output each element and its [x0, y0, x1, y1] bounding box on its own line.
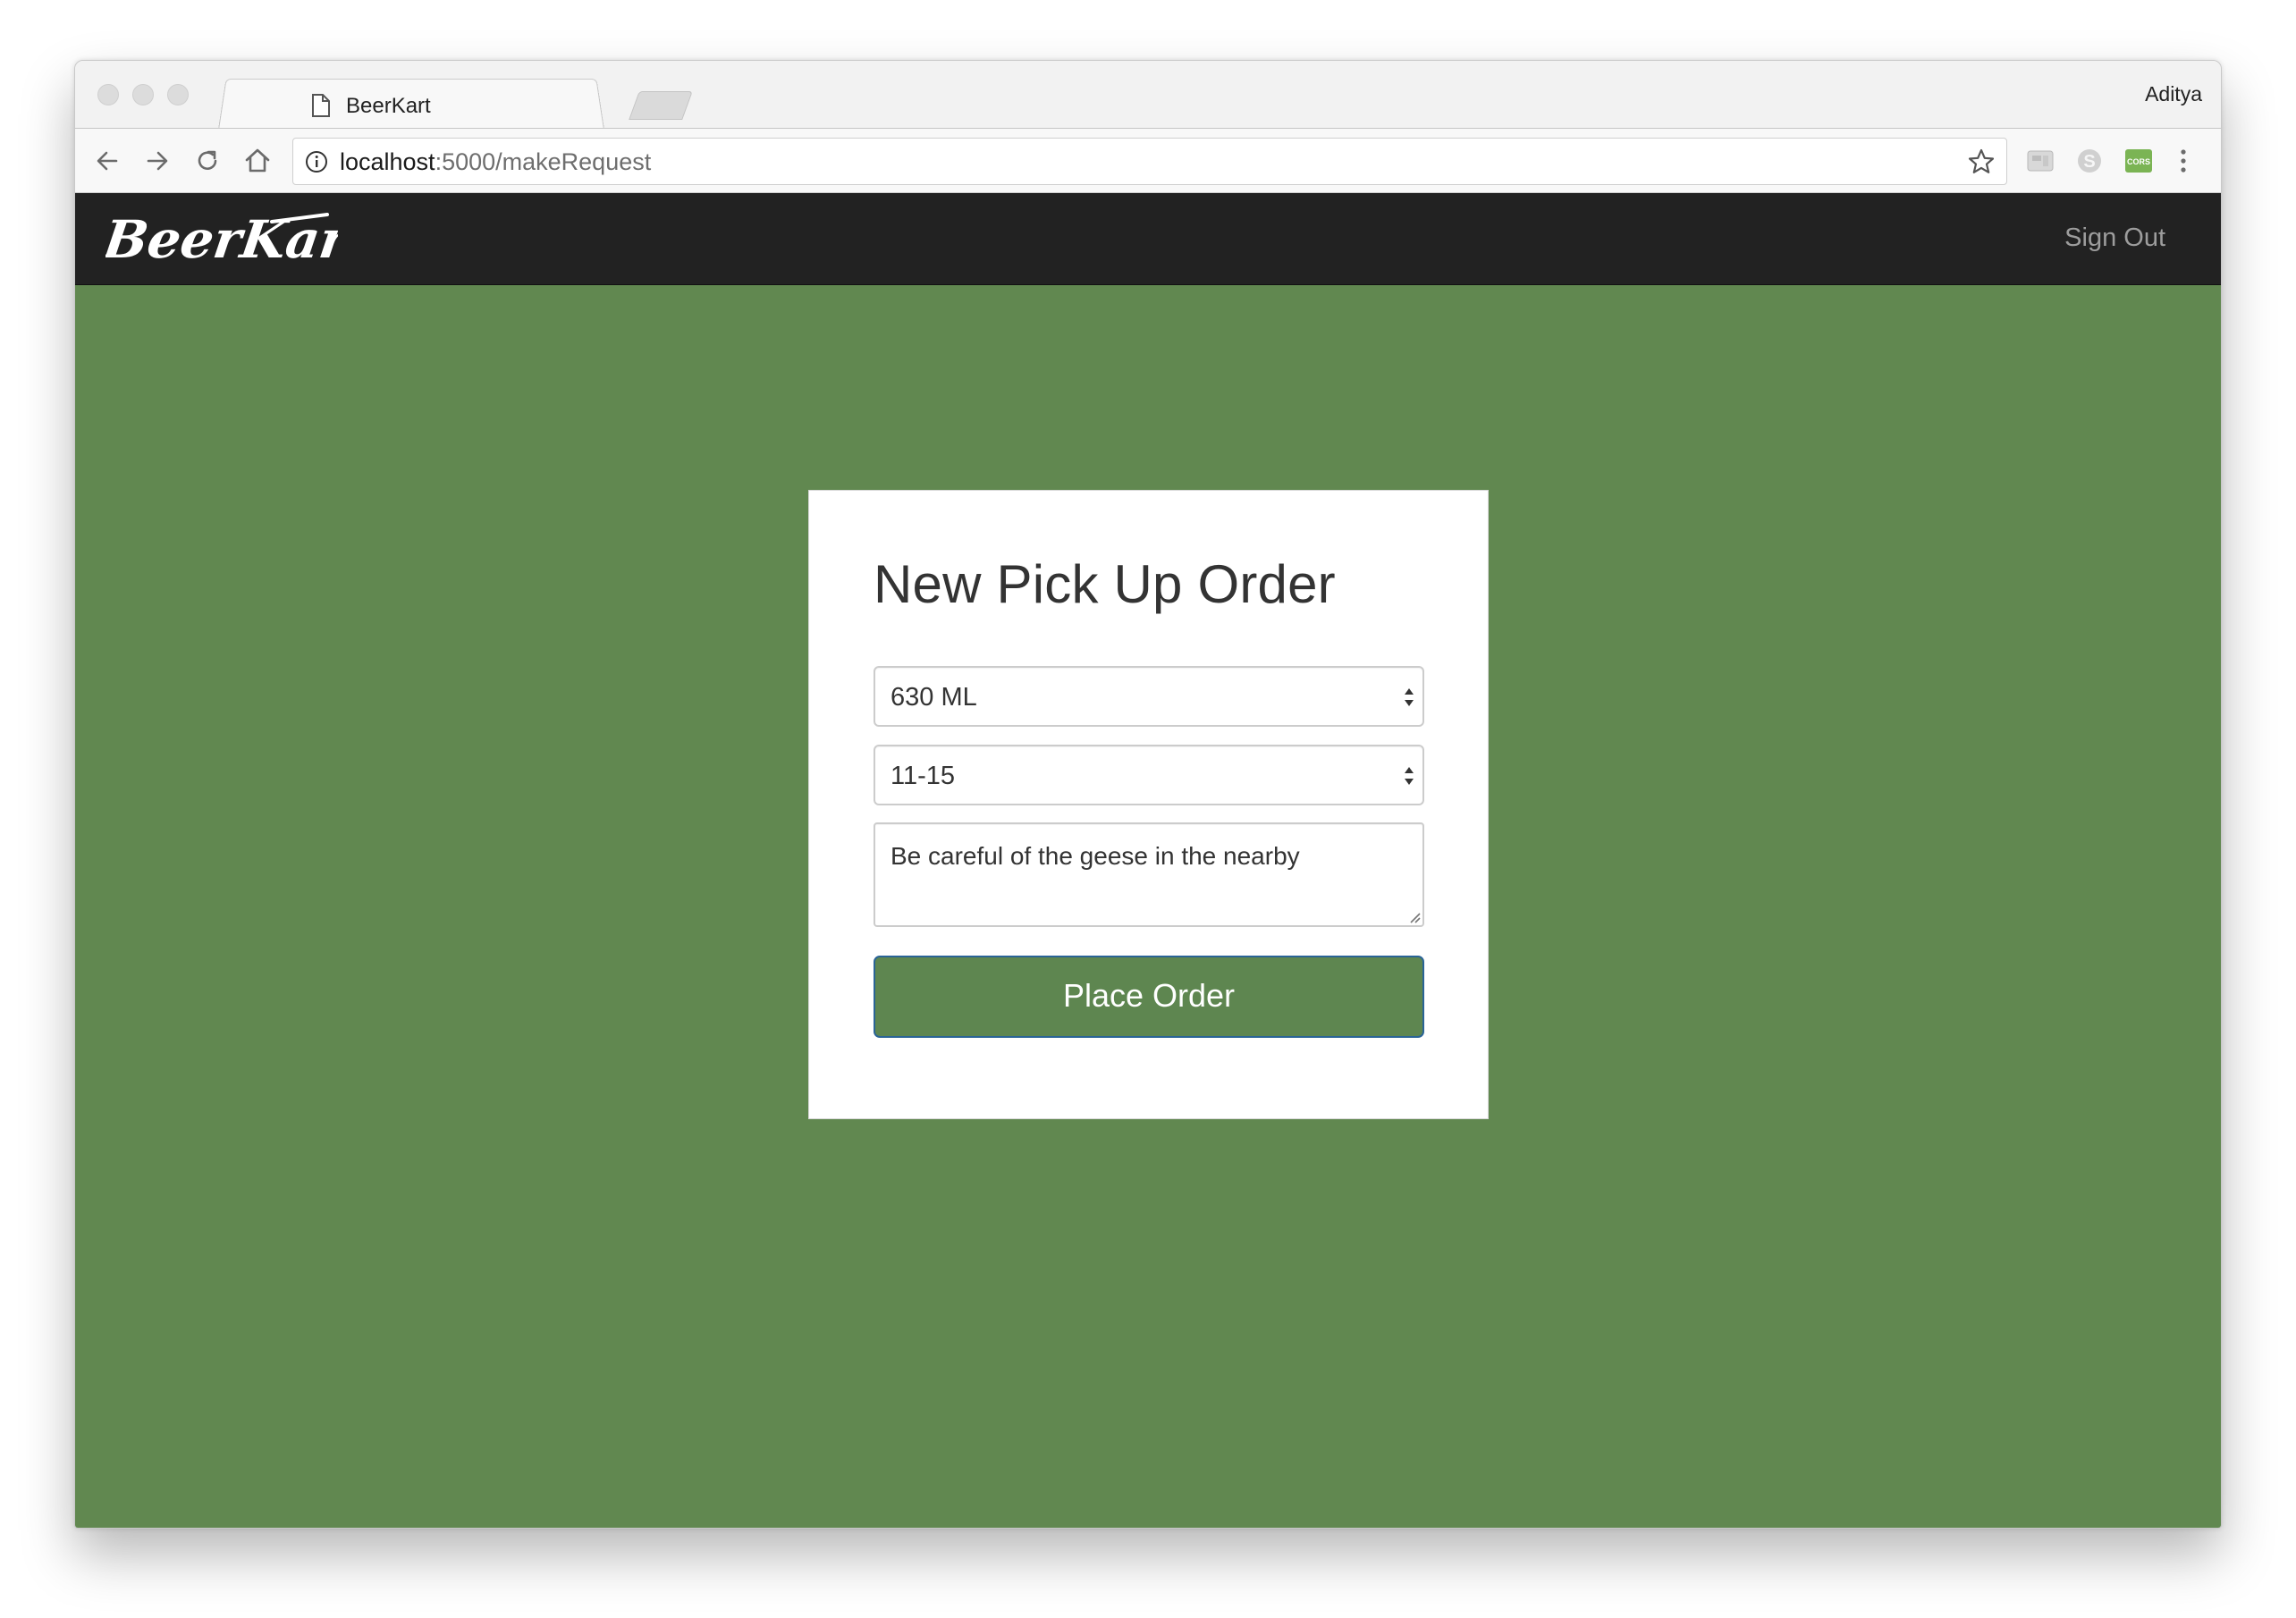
url-text[interactable]: localhost:5000/makeRequest — [340, 148, 651, 176]
sign-out-link[interactable]: Sign Out — [2064, 223, 2165, 253]
window-maximize-button[interactable] — [167, 84, 189, 105]
home-icon[interactable] — [241, 145, 274, 177]
kebab-menu-icon[interactable] — [2174, 146, 2192, 176]
browser-tab-content: BeerKart × — [232, 76, 696, 130]
extension-icon[interactable] — [2025, 146, 2055, 176]
skype-extension-icon[interactable]: S — [2074, 146, 2105, 176]
tab-title: BeerKart — [346, 94, 431, 118]
beer-size-select[interactable]: 630 ML — [874, 666, 1424, 727]
info-icon[interactable] — [305, 150, 328, 173]
window-minimize-button[interactable] — [132, 84, 154, 105]
browser-toolbar: localhost:5000/makeRequest S CORS — [75, 128, 2221, 193]
window-close-button[interactable] — [97, 84, 119, 105]
reload-icon[interactable] — [191, 145, 224, 177]
site-navbar: BeerKart Sign Out — [75, 193, 2221, 285]
url-host: localhost — [340, 148, 435, 175]
quantity-select[interactable]: 11-15 — [874, 745, 1424, 805]
order-notes-value: Be careful of the geese in the nearby — [891, 842, 1300, 870]
page-icon — [312, 94, 330, 117]
cors-extension-label: CORS — [2127, 157, 2150, 166]
order-notes-textarea[interactable]: Be careful of the geese in the nearby — [874, 822, 1424, 927]
profile-name[interactable]: Aditya — [2145, 82, 2202, 106]
web-page: BeerKart Sign Out New Pick Up Order 630 … — [75, 193, 2221, 1528]
address-bar[interactable]: localhost:5000/makeRequest — [292, 138, 2007, 185]
quantity-value: 11-15 — [891, 762, 956, 790]
order-form-card: New Pick Up Order 630 ML 11-15 Be carefu… — [808, 490, 1489, 1119]
tab-strip: BeerKart × Aditya — [75, 61, 2221, 130]
url-path: :5000/makeRequest — [435, 148, 652, 175]
new-tab-button[interactable] — [629, 91, 693, 120]
forward-arrow-icon[interactable] — [141, 145, 173, 177]
brand-logo[interactable]: BeerKart — [98, 204, 376, 275]
select-arrows-icon — [1401, 683, 1417, 712]
place-order-button[interactable]: Place Order — [874, 956, 1424, 1038]
back-arrow-icon[interactable] — [91, 145, 123, 177]
page-title: New Pick Up Order — [874, 554, 1336, 614]
resize-handle-icon[interactable] — [1406, 909, 1421, 923]
beer-size-value: 630 ML — [891, 683, 977, 712]
browser-window: BeerKart × Aditya localhost:5000/makeReq… — [74, 60, 2222, 1529]
cors-extension-icon[interactable]: CORS — [2123, 146, 2154, 176]
select-arrows-icon — [1401, 762, 1417, 790]
svg-text:S: S — [2083, 152, 2095, 172]
star-icon[interactable] — [1967, 147, 1996, 176]
